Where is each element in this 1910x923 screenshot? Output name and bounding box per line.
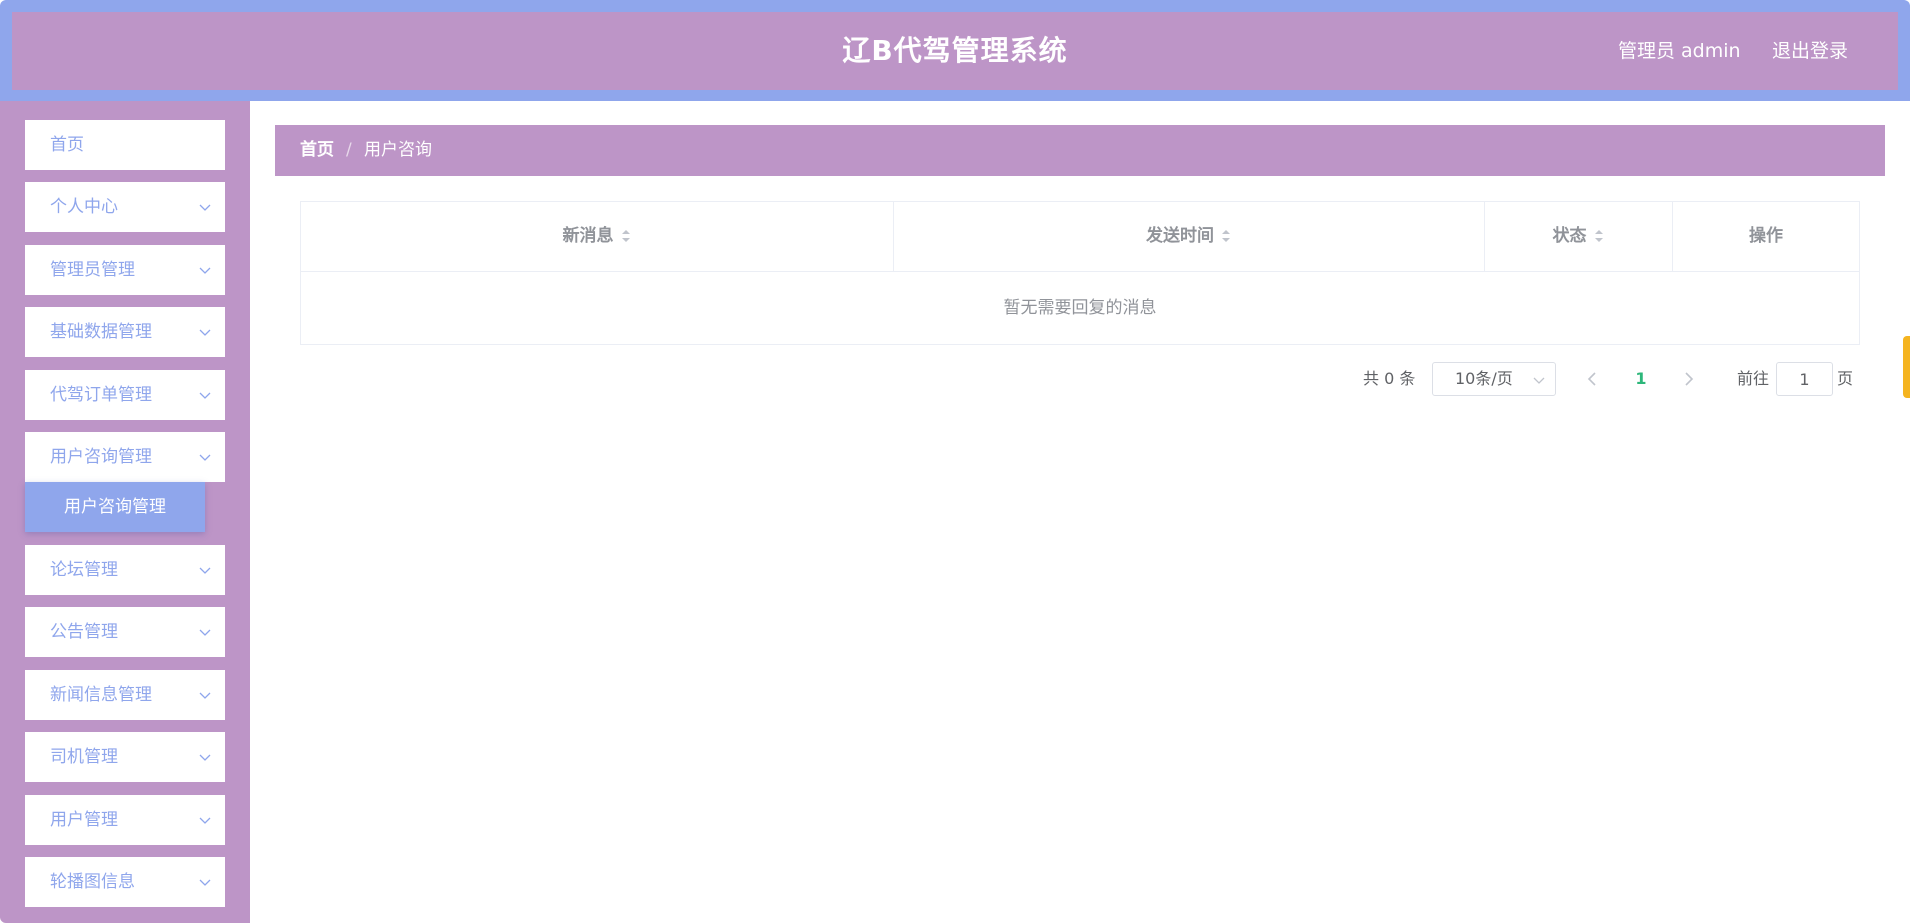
sidebar-item-label: 管理员管理 bbox=[50, 260, 135, 280]
table-empty-text: 暂无需要回复的消息 bbox=[1003, 298, 1157, 318]
breadcrumb: 首页 / 用户咨询 bbox=[275, 125, 1885, 176]
sort-caret-icon[interactable] bbox=[1593, 227, 1605, 245]
sidebar-item-basic-data-management[interactable]: 基础数据管理 bbox=[25, 307, 225, 357]
sidebar-item-label: 首页 bbox=[50, 135, 84, 155]
app-window: 辽B代驾管理系统 管理员 admin 退出登录 首页 个人中心 管理员管理 基础… bbox=[0, 0, 1910, 923]
column-header-send-time[interactable]: 发送时间 bbox=[894, 202, 1485, 271]
current-user-label: 管理员 admin bbox=[1618, 40, 1741, 62]
app-title: 辽B代驾管理系统 bbox=[842, 34, 1068, 67]
sidebar-item-label: 用户管理 bbox=[50, 810, 118, 830]
page-suffix-label: 页 bbox=[1837, 369, 1854, 388]
sidebar-item-personal-center[interactable]: 个人中心 bbox=[25, 182, 225, 232]
submenu-item-label: 用户咨询管理 bbox=[64, 497, 166, 517]
sidebar: 首页 个人中心 管理员管理 基础数据管理 代驾订单管理 用户咨询管理 用户咨询管… bbox=[0, 101, 250, 923]
sidebar-item-label: 基础数据管理 bbox=[50, 322, 152, 342]
chevron-down-icon bbox=[199, 629, 211, 636]
sidebar-item-label: 新闻信息管理 bbox=[50, 685, 152, 705]
page-size-value: 10条/页 bbox=[1455, 369, 1513, 388]
sidebar-item-admin-management[interactable]: 管理员管理 bbox=[25, 245, 225, 295]
column-header-actions: 操作 bbox=[1673, 202, 1859, 271]
sidebar-item-home[interactable]: 首页 bbox=[25, 120, 225, 170]
sidebar-item-order-management[interactable]: 代驾订单管理 bbox=[25, 370, 225, 420]
column-header-new-message[interactable]: 新消息 bbox=[301, 202, 894, 271]
chevron-down-icon bbox=[199, 879, 211, 886]
breadcrumb-separator: / bbox=[346, 140, 352, 160]
pagination-total: 共 0 条 bbox=[1363, 369, 1416, 388]
sidebar-item-driver-management[interactable]: 司机管理 bbox=[25, 732, 225, 782]
sidebar-item-news-management[interactable]: 新闻信息管理 bbox=[25, 670, 225, 720]
sidebar-item-label: 代驾订单管理 bbox=[50, 385, 152, 405]
chevron-down-icon bbox=[199, 692, 211, 699]
page-size-select[interactable]: 10条/页 bbox=[1432, 362, 1556, 396]
sidebar-item-consult-management[interactable]: 用户咨询管理 bbox=[25, 432, 225, 482]
breadcrumb-home-link[interactable]: 首页 bbox=[300, 125, 334, 176]
sidebar-item-carousel-info[interactable]: 轮播图信息 bbox=[25, 857, 225, 907]
column-header-label: 状态 bbox=[1552, 226, 1587, 246]
logout-button[interactable]: 退出登录 bbox=[1772, 12, 1848, 90]
submenu-item-consult-management[interactable]: 用户咨询管理 bbox=[25, 482, 205, 532]
sort-caret-icon[interactable] bbox=[1220, 227, 1232, 245]
chevron-down-icon bbox=[199, 267, 211, 274]
sidebar-item-label: 个人中心 bbox=[50, 197, 118, 217]
column-header-status[interactable]: 状态 bbox=[1485, 202, 1673, 271]
sidebar-item-label: 司机管理 bbox=[50, 747, 118, 767]
breadcrumb-current: 用户咨询 bbox=[364, 140, 432, 160]
sidebar-item-user-management[interactable]: 用户管理 bbox=[25, 795, 225, 845]
chevron-down-icon bbox=[199, 567, 211, 574]
chevron-down-icon bbox=[199, 392, 211, 399]
column-header-label: 新消息 bbox=[562, 226, 614, 246]
chevron-down-icon bbox=[199, 754, 211, 761]
sidebar-item-label: 用户咨询管理 bbox=[50, 447, 152, 467]
goto-page-input[interactable] bbox=[1776, 362, 1833, 396]
current-page-number[interactable]: 1 bbox=[1630, 362, 1652, 396]
goto-label: 前往 bbox=[1737, 369, 1770, 388]
sidebar-item-label: 论坛管理 bbox=[50, 560, 118, 580]
column-header-label: 发送时间 bbox=[1146, 226, 1214, 246]
chevron-down-icon bbox=[199, 329, 211, 336]
sidebar-item-label: 轮播图信息 bbox=[50, 872, 135, 892]
sidebar-item-label: 公告管理 bbox=[50, 622, 118, 642]
table-header: 新消息 发送时间 状态 操作 bbox=[301, 202, 1859, 272]
sidebar-item-notice-management[interactable]: 公告管理 bbox=[25, 607, 225, 657]
top-header: 辽B代驾管理系统 管理员 admin 退出登录 bbox=[0, 0, 1910, 101]
side-scroll-tab[interactable] bbox=[1903, 336, 1910, 398]
chevron-down-icon bbox=[199, 817, 211, 824]
sidebar-item-forum-management[interactable]: 论坛管理 bbox=[25, 545, 225, 595]
header-bar: 辽B代驾管理系统 管理员 admin 退出登录 bbox=[12, 12, 1898, 90]
chevron-down-icon bbox=[199, 204, 211, 211]
column-header-label: 操作 bbox=[1749, 226, 1783, 246]
sort-caret-icon[interactable] bbox=[620, 227, 632, 245]
chevron-down-icon bbox=[199, 454, 211, 461]
prev-page-button[interactable] bbox=[1577, 362, 1607, 396]
chevron-down-icon bbox=[1533, 377, 1545, 384]
consult-table: 新消息 发送时间 状态 操作 暂无需要回复的消息 bbox=[300, 201, 1860, 345]
next-page-button[interactable] bbox=[1674, 362, 1704, 396]
